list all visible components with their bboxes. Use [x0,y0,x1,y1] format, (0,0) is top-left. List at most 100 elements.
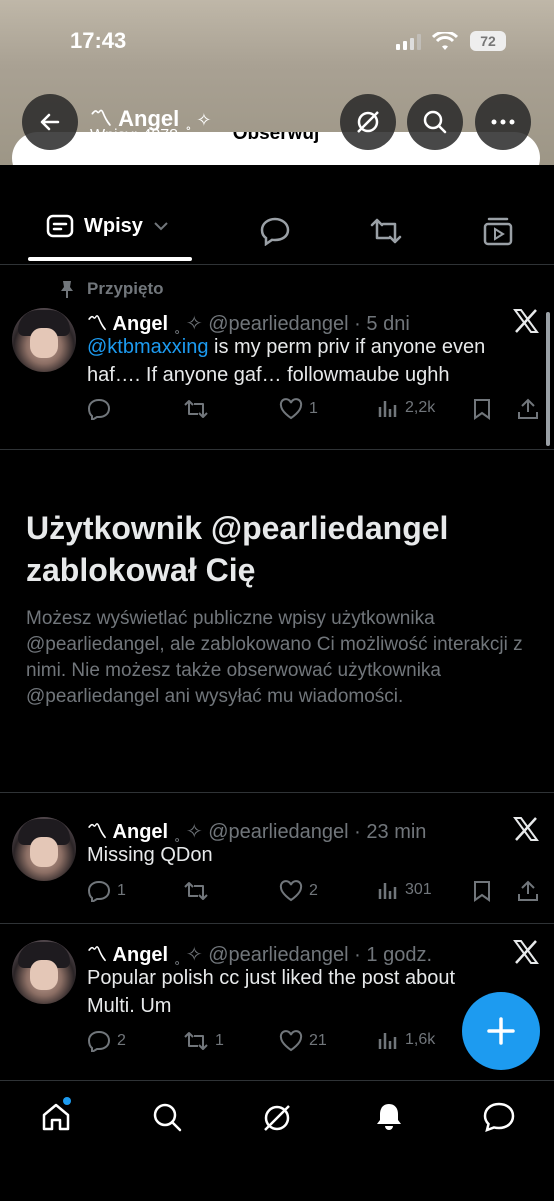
like-count: 21 [309,1032,327,1049]
author-handle-time: ˳ ✧ @pearliedangel · 23 min [173,821,427,843]
reply-button[interactable] [87,398,111,420]
avatar[interactable] [12,817,76,881]
repost-icon [184,882,208,900]
avatar[interactable] [12,940,76,1004]
post-actions: 1 2,2k [87,398,547,422]
battery-indicator: 72 [470,31,506,51]
author-name[interactable]: 〽 Angel [87,944,168,966]
repost-icon [184,400,208,418]
grok-icon [357,111,379,133]
repost-button[interactable]: 1 [183,1030,224,1052]
bookmark-button[interactable] [473,398,491,420]
x-logo-icon [513,309,539,333]
repost-icon [184,1032,208,1050]
profile-header: 17:43 72 Obserwuj 〽 Angel ˳ ✧ Wpisy: 427… [0,0,554,165]
bookmark-icon [474,399,490,420]
more-icon [491,119,515,125]
profile-tabs: Wpisy [0,192,554,265]
x-logo-icon [513,817,539,841]
tab-posts[interactable]: Wpisy [46,214,169,238]
like-button[interactable]: 1 [279,398,318,420]
status-bar: 17:43 72 [0,28,554,58]
share-icon [518,880,538,901]
tab-posts-label: Wpisy [84,214,143,237]
posts-count: Wpisy: 4278 [90,127,179,144]
signal-icon [396,34,421,50]
bookmark-icon [474,881,490,902]
post-author-line: 〽 Angel ˳ ✧ @pearliedangel · 23 min [87,815,426,844]
like-icon [279,880,303,902]
like-button[interactable]: 2 [279,880,318,902]
share-button[interactable] [517,398,539,420]
search-icon [423,110,447,134]
post-text: Missing QDon [87,844,213,866]
author-handle-time: ˳ ✧ @pearliedangel · 1 godz. [173,944,432,966]
reply-button[interactable]: 1 [87,880,126,902]
reply-count: 1 [117,882,126,899]
pin-icon [61,281,73,298]
replies-tab-icon[interactable] [259,216,291,246]
repost-button[interactable] [183,880,215,902]
post-actions: 1 2 301 [87,880,547,904]
bottom-navigation [0,1080,554,1201]
x-logo-icon [513,940,539,964]
reply-button[interactable]: 2 [87,1030,126,1052]
media-tab-icon[interactable] [482,216,514,246]
scrollbar[interactable] [546,312,550,446]
bookmark-button[interactable] [473,880,491,902]
search-button[interactable] [407,94,463,150]
status-time: 17:43 [70,28,127,53]
author-handle-time: ˳ ✧ @pearliedangel · 5 dni [173,313,410,335]
repost-count: 1 [215,1032,224,1049]
pinned-label: Przypięto [87,279,164,298]
wifi-icon [432,32,458,50]
views-count: 301 [405,881,432,898]
like-button[interactable]: 21 [279,1030,327,1052]
author-name[interactable]: 〽 Angel [87,313,168,335]
views-icon [378,401,397,417]
post-text: @ktbmaxxing is my perm priv if anyone ev… [87,333,507,389]
home-icon[interactable] [40,1101,72,1133]
views-button[interactable]: 301 [377,880,432,900]
like-icon [279,398,303,420]
reply-icon [87,880,111,902]
avatar[interactable] [12,308,76,372]
share-icon [518,398,538,419]
like-count: 1 [309,400,318,417]
views-icon [378,1033,397,1049]
back-icon [40,113,60,131]
tab-active-indicator [28,257,192,261]
post[interactable]: 〽 Angel ˳ ✧ @pearliedangel · 23 min Miss… [0,793,554,924]
profile-name-decoration: ˳ ✧ [185,110,212,130]
repost-button[interactable] [183,398,209,420]
pinned-post[interactable]: Przypięto 〽 Angel ˳ ✧ @pearliedangel · 5… [0,265,554,450]
reply-icon [87,1030,111,1052]
mention-link[interactable]: @ktbmaxxing [87,336,208,358]
blocked-description: Możesz wyświetlać publiczne wpisy użytko… [26,608,523,707]
chevron-down-icon [154,222,168,231]
reposts-tab-icon[interactable] [369,216,403,246]
views-count: 1,6k [405,1031,436,1048]
messages-icon[interactable] [482,1101,516,1133]
blocked-title: Użytkownik @pearliedangel zablokował Cię [26,510,449,588]
views-count: 2,2k [405,399,436,416]
reply-icon [87,398,111,420]
like-icon [279,1030,303,1052]
grok-button[interactable] [340,94,396,150]
grok-nav-icon[interactable] [260,1101,294,1135]
views-button[interactable]: 2,2k [377,398,435,418]
share-button[interactable] [517,880,539,902]
posts-tab-icon [46,214,74,238]
compose-button[interactable] [462,992,540,1070]
back-button[interactable] [22,94,78,150]
views-button[interactable]: 1,6k [377,1030,435,1050]
post-author-line: 〽 Angel ˳ ✧ @pearliedangel · 5 dni [87,307,410,336]
author-name[interactable]: 〽 Angel [87,821,168,843]
post-author-line: 〽 Angel ˳ ✧ @pearliedangel · 1 godz. [87,938,432,967]
like-count: 2 [309,882,318,899]
views-icon [378,883,397,899]
compose-icon [487,1017,515,1045]
more-button[interactable] [475,94,531,150]
explore-icon[interactable] [151,1101,183,1133]
notifications-icon[interactable] [373,1101,405,1133]
